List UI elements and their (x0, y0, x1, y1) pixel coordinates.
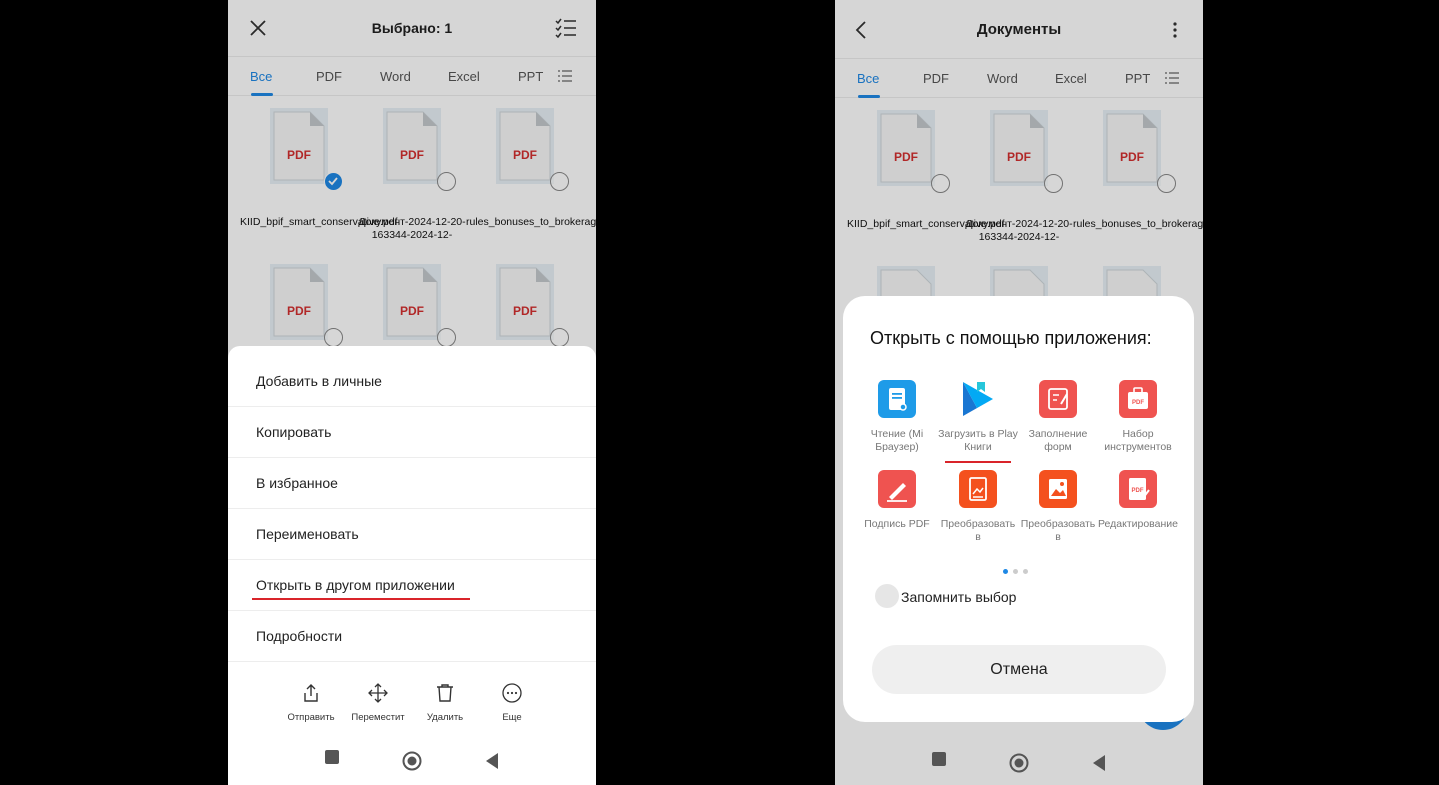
back-triangle-icon[interactable] (1091, 754, 1107, 772)
app-option-play-books[interactable]: Загрузить в Play Книги (938, 380, 1018, 463)
action-label: Отправить (287, 712, 335, 723)
form-fill-icon (1039, 380, 1077, 418)
share-icon (304, 684, 318, 702)
app-option-mi-reader[interactable]: Чтение (Mi Браузер) (857, 380, 937, 454)
app-label: Набор инструментов (1104, 428, 1172, 453)
cancel-button[interactable]: Отмена (872, 645, 1166, 694)
system-nav-bar (835, 737, 1203, 785)
menu-item-label: Добавить в личные (256, 373, 382, 389)
svg-text:PDF: PDF (1132, 488, 1144, 494)
right-phone-screen: Документы Все PDF Word Excel PPT PDF KII… (835, 0, 1203, 785)
home-circle-icon[interactable] (1009, 753, 1029, 773)
actions-bottom-sheet: Добавить в личные Копировать В избранное… (228, 346, 596, 785)
remember-label: Запомнить выбор (901, 589, 1017, 605)
pdf-edit-icon: PDF (1119, 470, 1157, 508)
mi-reader-icon (878, 380, 916, 418)
recents-square-icon[interactable] (324, 749, 340, 765)
page-indicator (1003, 561, 1033, 579)
play-books-icon (959, 380, 997, 418)
page-dot[interactable] (1023, 569, 1028, 574)
app-label: Преобразовать в (1020, 518, 1096, 543)
menu-item-open-with[interactable]: Открыть в другом приложении (228, 560, 596, 611)
open-with-dialog: Открыть с помощью приложения: Чтение (Mi… (843, 296, 1194, 722)
app-option-pdf-sign[interactable]: Подпись PDF (857, 470, 937, 531)
convert-image-icon (1039, 470, 1077, 508)
dialog-title: Открыть с помощью приложения: (870, 328, 1152, 348)
action-label: Переместит (351, 712, 405, 723)
menu-item-label: Копировать (256, 424, 332, 440)
app-option-pdf-tools[interactable]: PDF Набор инструментов (1098, 380, 1178, 454)
menu-item-label: В избранное (256, 475, 338, 491)
app-option-convert[interactable]: Преобразовать в (938, 470, 1018, 544)
move-icon (368, 683, 388, 703)
menu-item-rename[interactable]: Переименовать (228, 509, 596, 560)
app-option-pdf-edit[interactable]: PDF Редактирование (1098, 470, 1178, 531)
share-button[interactable]: Отправить (278, 683, 344, 723)
menu-item-favorite[interactable]: В избранное (228, 458, 596, 509)
page-dot[interactable] (1003, 569, 1008, 574)
app-label: Заполнение форм (1028, 428, 1088, 453)
convert-icon (959, 470, 997, 508)
pdf-tools-icon: PDF (1119, 380, 1157, 418)
menu-item-label: Открыть в другом приложении (256, 577, 455, 593)
app-option-convert-image[interactable]: Преобразовать в (1018, 470, 1098, 544)
action-label: Еще (502, 712, 522, 723)
menu-item-add-personal[interactable]: Добавить в личные (228, 356, 596, 407)
menu-item-label: Подробности (256, 628, 343, 644)
app-label: Преобразовать в (940, 518, 1016, 543)
svg-text:PDF: PDF (1132, 400, 1144, 406)
highlight-underline (945, 461, 1011, 463)
page-dot[interactable] (1013, 569, 1018, 574)
app-label: Подпись PDF (864, 518, 930, 530)
system-nav-bar (228, 735, 596, 785)
menu-item-details[interactable]: Подробности (228, 611, 596, 662)
app-label: Загрузить в Play Книги (938, 428, 1018, 453)
left-phone-screen: Выбрано: 1 Все PDF Word Excel PPT PDF KI… (228, 0, 596, 785)
remember-checkbox[interactable] (875, 584, 899, 608)
more-icon (502, 683, 522, 703)
move-button[interactable]: Переместит (345, 683, 411, 723)
menu-item-label: Переименовать (256, 526, 359, 542)
app-label: Чтение (Mi Браузер) (870, 428, 924, 453)
app-option-form-fill[interactable]: Заполнение форм (1018, 380, 1098, 454)
recents-square-icon[interactable] (931, 751, 947, 767)
app-label: Редактирование (1098, 518, 1178, 530)
highlight-underline (252, 598, 470, 600)
pdf-sign-icon (878, 470, 916, 508)
menu-item-copy[interactable]: Копировать (228, 407, 596, 458)
more-button[interactable]: Еще (479, 683, 545, 723)
action-label: Удалить (426, 712, 464, 723)
back-triangle-icon[interactable] (484, 752, 500, 770)
home-circle-icon[interactable] (402, 751, 422, 771)
delete-button[interactable]: Удалить (412, 683, 478, 723)
trash-icon (437, 684, 453, 702)
